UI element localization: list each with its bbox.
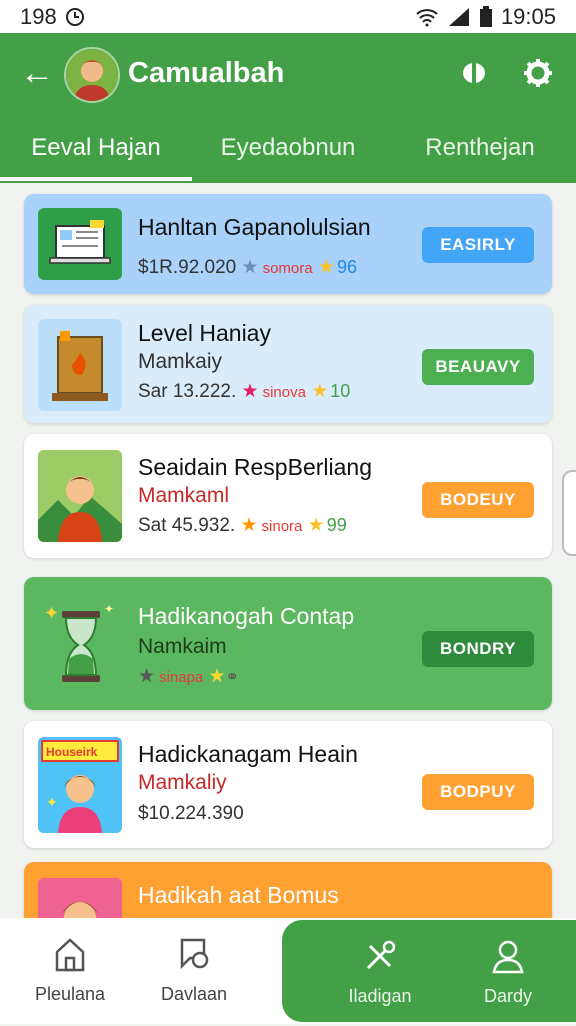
card-action-button[interactable]: BODPUY — [422, 774, 534, 810]
card-meta-tag: somora — [262, 260, 313, 277]
nav-item-iladigan[interactable]: Iladigan — [310, 920, 450, 1026]
card-subtitle: Namkaim — [138, 635, 227, 658]
svg-text:✦: ✦ — [44, 603, 59, 623]
settings-gear-icon[interactable] — [520, 55, 556, 91]
card-title-text: Seaidain RespBerliang — [138, 454, 372, 480]
card-meta-num: 10 — [330, 381, 351, 401]
nav-label: Dardy — [483, 986, 532, 1006]
card-meta: Sat 45.932. ★ sinora ★ 99 — [138, 514, 347, 537]
card-title: Hanltan Gapanolulsian — [138, 214, 371, 240]
card-subtitle: Mamkaliy — [138, 771, 227, 794]
status-left-text: 198 — [20, 3, 57, 29]
star-icon: ★ — [317, 257, 335, 278]
card-action-button[interactable]: BEAUAVY — [422, 349, 534, 385]
list-item[interactable]: Hanltan Gapanolulsian $1R.92.020 ★ somora… — [24, 194, 552, 294]
card-action-button[interactable]: BONDRY — [422, 631, 534, 667]
book-thumbnail-icon — [38, 319, 122, 411]
app-title: Camualbah — [128, 57, 285, 89]
laptop-thumbnail-icon — [38, 208, 122, 280]
star-icon: ★ — [208, 666, 226, 687]
girl-thumbnail-icon: Houseirk ✦ — [38, 737, 122, 833]
battery-icon — [479, 5, 492, 27]
nav-label: Iladigan — [348, 986, 412, 1006]
wifi-icon — [416, 8, 438, 26]
nav-item-dardy[interactable]: Dardy — [438, 920, 576, 1026]
card-meta-value: Sar 13.222. — [138, 381, 237, 402]
hourglass-thumbnail-icon: ✦ ✦ — [38, 597, 124, 691]
signal-icon — [448, 7, 469, 26]
phi-icon[interactable] — [456, 55, 492, 91]
card-subtitle: Mamkaml — [138, 484, 230, 507]
tools-icon — [366, 940, 396, 970]
app-bar: ← Camualbah Eeval Hajan Eyedaobnun Renth… — [0, 33, 576, 183]
home-icon — [55, 938, 85, 972]
bottom-nav-active-pill: Iladigan Dardy — [282, 920, 576, 1022]
feedback-icon — [180, 938, 209, 970]
avatar[interactable] — [64, 47, 120, 103]
star-icon: ★ — [240, 515, 258, 536]
card-meta-tag: sinora — [261, 518, 303, 535]
star-icon: ★ — [241, 257, 259, 278]
tab-renthejan[interactable]: Renthejan — [384, 123, 576, 181]
back-arrow-icon[interactable]: ← — [20, 55, 54, 91]
svg-text:✦: ✦ — [46, 794, 58, 810]
card-title: Hadikanogah Contap — [138, 603, 355, 629]
thumb-text: Houseirk — [46, 745, 98, 759]
link-icon: ⚭ — [225, 669, 239, 686]
card-meta-num: 99 — [326, 515, 347, 535]
list-item[interactable]: ✦ ✦ Hadikanogah Contap Namkaim ★ sinapa ★… — [24, 577, 552, 710]
nav-label: Davlaan — [160, 984, 228, 1004]
list-item[interactable]: Houseirk ✦ Hadickanagam Heain Mamkaliy $… — [24, 721, 552, 848]
tab-eyedaobnun[interactable]: Eyedaobnun — [192, 123, 384, 181]
card-title: Level Haniay — [138, 320, 271, 346]
card-title: Hadickanagam Heain — [138, 741, 358, 767]
status-bar: 198 19:05 — [0, 0, 576, 33]
card-action-button[interactable]: BODEUY — [422, 482, 534, 518]
star-icon: ★ — [241, 381, 259, 402]
star-icon: ★ — [138, 666, 156, 687]
nav-label: Pleulana — [34, 984, 106, 1004]
nav-item-pleulana[interactable]: Pleulana — [0, 918, 140, 1024]
profile-icon — [492, 940, 524, 974]
star-icon: ★ — [311, 381, 329, 402]
status-time: 19:05 — [500, 3, 556, 29]
card-title: Hadikah aat Bomus — [138, 882, 339, 908]
svg-text:✦: ✦ — [104, 602, 114, 616]
card-meta: Sar 13.222. ★ sinova ★ 10 — [138, 380, 350, 403]
nav-item-davlaan[interactable]: Davlaan — [124, 918, 264, 1024]
card-meta-value: $10.224.390 — [138, 803, 244, 824]
card-title: Seaidain RespBerliang — [138, 454, 372, 481]
list-item[interactable]: Level Haniay Mamkaiy Sar 13.222. ★ sinova… — [24, 305, 552, 423]
card-meta-value: $1R.92.020 — [138, 257, 237, 278]
card-meta-value: Sat 45.932. — [138, 515, 236, 536]
card-subtitle: Mamkaiy — [138, 350, 223, 373]
tab-eeval-hajan[interactable]: Eeval Hajan — [0, 123, 192, 181]
card-meta-tag: sinova — [262, 384, 306, 401]
person-thumbnail-icon — [38, 450, 122, 542]
alarm-icon — [65, 7, 84, 26]
side-panel-handle[interactable] — [562, 470, 576, 556]
card-meta: ★ sinapa ★⚭ — [138, 665, 239, 688]
card-meta-tag: sinapa — [159, 669, 204, 686]
card-meta: $1R.92.020 ★ somora ★ 96 — [138, 256, 357, 279]
card-action-button[interactable]: EASIRLY — [422, 227, 534, 263]
card-meta-num: 96 — [336, 257, 357, 277]
tab-bar: Eeval Hajan Eyedaobnun Renthejan — [0, 123, 576, 181]
list-item[interactable]: Seaidain RespBerliang Mamkaml Sat 45.932… — [24, 434, 552, 558]
star-icon: ★ — [307, 515, 325, 536]
